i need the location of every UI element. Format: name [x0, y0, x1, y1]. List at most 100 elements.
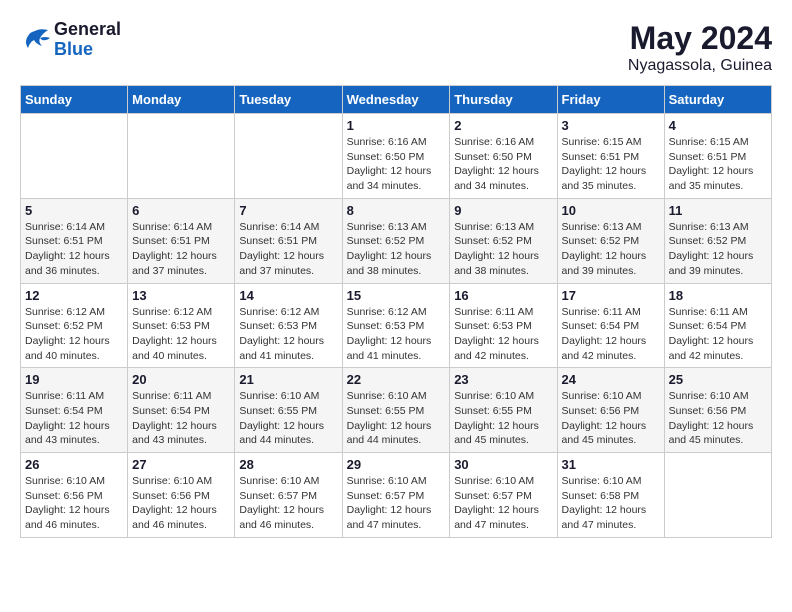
calendar-week-5: 26 Sunrise: 6:10 AM Sunset: 6:56 PM Dayli…: [21, 453, 772, 538]
day-info: Sunrise: 6:10 AM Sunset: 6:57 PM Dayligh…: [347, 474, 446, 533]
calendar-cell: 26 Sunrise: 6:10 AM Sunset: 6:56 PM Dayli…: [21, 453, 128, 538]
day-info: Sunrise: 6:12 AM Sunset: 6:52 PM Dayligh…: [25, 305, 123, 364]
day-info: Sunrise: 6:11 AM Sunset: 6:54 PM Dayligh…: [25, 389, 123, 448]
day-number: 2: [454, 118, 552, 133]
logo-icon: [20, 26, 50, 54]
day-number: 12: [25, 288, 123, 303]
calendar-header-row: SundayMondayTuesdayWednesdayThursdayFrid…: [21, 86, 772, 114]
day-header-friday: Friday: [557, 86, 664, 114]
day-number: 16: [454, 288, 552, 303]
calendar-cell: 20Sunrise: 6:11 AM Sunset: 6:54 PM Dayli…: [128, 368, 235, 453]
calendar-cell: [235, 114, 342, 199]
calendar-cell: [128, 114, 235, 199]
calendar-cell: 25Sunrise: 6:10 AM Sunset: 6:56 PM Dayli…: [664, 368, 771, 453]
calendar-cell: 6Sunrise: 6:14 AM Sunset: 6:51 PM Daylig…: [128, 198, 235, 283]
day-info: Sunrise: 6:14 AM Sunset: 6:51 PM Dayligh…: [25, 220, 123, 279]
day-number: 27: [132, 457, 230, 472]
calendar-cell: 1Sunrise: 6:16 AM Sunset: 6:50 PM Daylig…: [342, 114, 450, 199]
day-info: Sunrise: 6:10 AM Sunset: 6:55 PM Dayligh…: [239, 389, 337, 448]
day-info: Sunrise: 6:13 AM Sunset: 6:52 PM Dayligh…: [347, 220, 446, 279]
calendar-cell: 9Sunrise: 6:13 AM Sunset: 6:52 PM Daylig…: [450, 198, 557, 283]
day-number: 1: [347, 118, 446, 133]
calendar-title: May 2024: [628, 20, 772, 57]
day-info: Sunrise: 6:10 AM Sunset: 6:57 PM Dayligh…: [239, 474, 337, 533]
day-number: 7: [239, 203, 337, 218]
calendar-cell: 31 Sunrise: 6:10 AM Sunset: 6:58 PM Dayli…: [557, 453, 664, 538]
logo-text: GeneralBlue: [54, 20, 121, 60]
day-header-thursday: Thursday: [450, 86, 557, 114]
day-info: Sunrise: 6:13 AM Sunset: 6:52 PM Dayligh…: [669, 220, 767, 279]
day-number: 21: [239, 372, 337, 387]
calendar-cell: 30 Sunrise: 6:10 AM Sunset: 6:57 PM Dayli…: [450, 453, 557, 538]
day-number: 31: [562, 457, 660, 472]
calendar-cell: 11 Sunrise: 6:13 AM Sunset: 6:52 PM Dayli…: [664, 198, 771, 283]
day-header-tuesday: Tuesday: [235, 86, 342, 114]
day-number: 15: [347, 288, 446, 303]
day-number: 24: [562, 372, 660, 387]
calendar-cell: 29 Sunrise: 6:10 AM Sunset: 6:57 PM Dayli…: [342, 453, 450, 538]
calendar-cell: 8 Sunrise: 6:13 AM Sunset: 6:52 PM Daylig…: [342, 198, 450, 283]
calendar-cell: 12 Sunrise: 6:12 AM Sunset: 6:52 PM Dayli…: [21, 283, 128, 368]
day-number: 29: [347, 457, 446, 472]
calendar-cell: [664, 453, 771, 538]
calendar-week-4: 19Sunrise: 6:11 AM Sunset: 6:54 PM Dayli…: [21, 368, 772, 453]
day-number: 18: [669, 288, 767, 303]
day-info: Sunrise: 6:12 AM Sunset: 6:53 PM Dayligh…: [347, 305, 446, 364]
day-info: Sunrise: 6:12 AM Sunset: 6:53 PM Dayligh…: [239, 305, 337, 364]
day-info: Sunrise: 6:12 AM Sunset: 6:53 PM Dayligh…: [132, 305, 230, 364]
day-info: Sunrise: 6:14 AM Sunset: 6:51 PM Dayligh…: [239, 220, 337, 279]
day-number: 11: [669, 203, 767, 218]
calendar-cell: 21 Sunrise: 6:10 AM Sunset: 6:55 PM Dayli…: [235, 368, 342, 453]
day-info: Sunrise: 6:11 AM Sunset: 6:54 PM Dayligh…: [669, 305, 767, 364]
day-info: Sunrise: 6:10 AM Sunset: 6:56 PM Dayligh…: [25, 474, 123, 533]
day-number: 10: [562, 203, 660, 218]
calendar-cell: 14 Sunrise: 6:12 AM Sunset: 6:53 PM Dayli…: [235, 283, 342, 368]
day-info: Sunrise: 6:11 AM Sunset: 6:54 PM Dayligh…: [132, 389, 230, 448]
calendar-cell: 7 Sunrise: 6:14 AM Sunset: 6:51 PM Daylig…: [235, 198, 342, 283]
day-number: 26: [25, 457, 123, 472]
day-info: Sunrise: 6:10 AM Sunset: 6:58 PM Dayligh…: [562, 474, 660, 533]
day-header-sunday: Sunday: [21, 86, 128, 114]
calendar-cell: 5 Sunrise: 6:14 AM Sunset: 6:51 PM Daylig…: [21, 198, 128, 283]
calendar-subtitle: Nyagassola, Guinea: [628, 57, 772, 75]
logo: GeneralBlue: [20, 20, 121, 60]
calendar-table: SundayMondayTuesdayWednesdayThursdayFrid…: [20, 85, 772, 538]
calendar-cell: 3 Sunrise: 6:15 AM Sunset: 6:51 PM Daylig…: [557, 114, 664, 199]
calendar-week-2: 5 Sunrise: 6:14 AM Sunset: 6:51 PM Daylig…: [21, 198, 772, 283]
calendar-cell: 16Sunrise: 6:11 AM Sunset: 6:53 PM Dayli…: [450, 283, 557, 368]
title-block: May 2024 Nyagassola, Guinea: [628, 20, 772, 75]
day-number: 5: [25, 203, 123, 218]
calendar-cell: 4 Sunrise: 6:15 AM Sunset: 6:51 PM Daylig…: [664, 114, 771, 199]
calendar-cell: 28 Sunrise: 6:10 AM Sunset: 6:57 PM Dayli…: [235, 453, 342, 538]
calendar-cell: 13 Sunrise: 6:12 AM Sunset: 6:53 PM Dayli…: [128, 283, 235, 368]
calendar-week-3: 12 Sunrise: 6:12 AM Sunset: 6:52 PM Dayli…: [21, 283, 772, 368]
day-info: Sunrise: 6:13 AM Sunset: 6:52 PM Dayligh…: [454, 220, 552, 279]
day-info: Sunrise: 6:10 AM Sunset: 6:56 PM Dayligh…: [132, 474, 230, 533]
day-info: Sunrise: 6:10 AM Sunset: 6:56 PM Dayligh…: [669, 389, 767, 448]
day-number: 14: [239, 288, 337, 303]
day-number: 22: [347, 372, 446, 387]
day-header-monday: Monday: [128, 86, 235, 114]
day-info: Sunrise: 6:13 AM Sunset: 6:52 PM Dayligh…: [562, 220, 660, 279]
day-number: 28: [239, 457, 337, 472]
day-number: 23: [454, 372, 552, 387]
calendar-cell: 10 Sunrise: 6:13 AM Sunset: 6:52 PM Dayli…: [557, 198, 664, 283]
day-info: Sunrise: 6:11 AM Sunset: 6:54 PM Dayligh…: [562, 305, 660, 364]
day-info: Sunrise: 6:15 AM Sunset: 6:51 PM Dayligh…: [669, 135, 767, 194]
day-info: Sunrise: 6:10 AM Sunset: 6:57 PM Dayligh…: [454, 474, 552, 533]
day-info: Sunrise: 6:16 AM Sunset: 6:50 PM Dayligh…: [454, 135, 552, 194]
day-info: Sunrise: 6:10 AM Sunset: 6:56 PM Dayligh…: [562, 389, 660, 448]
calendar-cell: 23Sunrise: 6:10 AM Sunset: 6:55 PM Dayli…: [450, 368, 557, 453]
day-number: 3: [562, 118, 660, 133]
day-info: Sunrise: 6:10 AM Sunset: 6:55 PM Dayligh…: [347, 389, 446, 448]
day-number: 4: [669, 118, 767, 133]
day-info: Sunrise: 6:15 AM Sunset: 6:51 PM Dayligh…: [562, 135, 660, 194]
day-number: 6: [132, 203, 230, 218]
day-number: 30: [454, 457, 552, 472]
calendar-cell: 24 Sunrise: 6:10 AM Sunset: 6:56 PM Dayli…: [557, 368, 664, 453]
page-header: GeneralBlue May 2024 Nyagassola, Guinea: [20, 20, 772, 75]
day-number: 13: [132, 288, 230, 303]
day-number: 8: [347, 203, 446, 218]
calendar-cell: 15 Sunrise: 6:12 AM Sunset: 6:53 PM Dayli…: [342, 283, 450, 368]
day-header-wednesday: Wednesday: [342, 86, 450, 114]
